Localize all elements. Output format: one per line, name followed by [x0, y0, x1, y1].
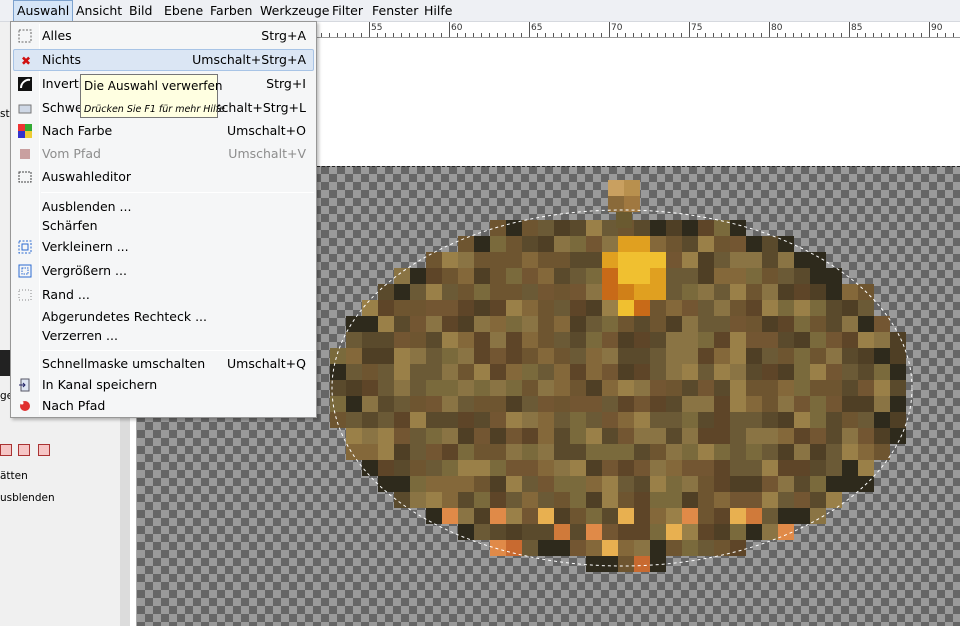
menu-fenster[interactable]: Fenster [369, 0, 421, 22]
menu-item-label: Vergrößern ... [42, 263, 127, 278]
menu-item-label: Schärfen [42, 218, 98, 233]
menu-hilfe[interactable]: Hilfe [421, 0, 455, 22]
pumpkin-stem [624, 180, 640, 196]
border-icon [18, 288, 32, 302]
ruler-label: 90 [931, 23, 943, 33]
to-path-icon [18, 399, 32, 413]
ruler-label: 85 [851, 23, 863, 33]
menu-item-nach-farbe[interactable]: Nach Farbe Umschalt+O [13, 120, 314, 142]
menu-separator [41, 350, 314, 351]
menu-item-verkleinern[interactable]: Verkleinern ... [13, 236, 314, 258]
pumpkin-stem [616, 212, 632, 228]
menu-werkzeuge[interactable]: Werkzeuge [257, 0, 333, 22]
pumpkin-stem [608, 180, 624, 196]
toolbox-scrollbar[interactable] [120, 417, 130, 626]
fg-color-swatch[interactable] [0, 350, 10, 376]
invert-icon [18, 77, 32, 91]
from-path-icon [18, 147, 32, 161]
tooltip-text: Die Auswahl verwerfen [84, 79, 223, 93]
menu-item-label: Nach Pfad [42, 398, 106, 413]
by-color-icon [18, 124, 32, 138]
grow-icon [18, 264, 32, 278]
menu-ansicht[interactable]: Ansicht [73, 0, 125, 22]
menu-bild[interactable]: Bild [126, 0, 155, 22]
ruler-label: 55 [371, 23, 383, 33]
menu-item-verzerren[interactable]: Verzerren ... [13, 325, 314, 347]
menu-item-label: Nach Farbe [42, 123, 113, 138]
tooltip-help-hint: Drücken Sie F1 für mehr Hilfe [84, 104, 225, 115]
menu-item-auswahleditor[interactable]: Auswahleditor [13, 166, 314, 188]
menu-separator [41, 192, 314, 193]
float-icon [18, 101, 32, 115]
menu-auswahl[interactable]: Auswahl [13, 0, 74, 22]
menu-filter[interactable]: Filter [329, 0, 366, 22]
ruler-label: 70 [611, 23, 623, 33]
menu-item-label: Rand ... [42, 287, 90, 302]
menu-item-label: Schnellmaske umschalten [42, 356, 206, 371]
ruler-label: 80 [771, 23, 783, 33]
select-all-icon [18, 29, 32, 43]
layer-duplicate-icon[interactable] [18, 444, 30, 456]
layer-delete-icon[interactable] [0, 444, 12, 456]
menu-item-schnellmaske[interactable]: Schnellmaske umschalten Umschalt+Q [13, 353, 314, 375]
menu-item-shortcut: Umschalt+V [228, 146, 306, 161]
menu-ebene[interactable]: Ebene [161, 0, 206, 22]
menu-item-shortcut: Strg+I [266, 76, 306, 91]
menu-item-label: Vom Pfad [42, 146, 101, 161]
menu-item-vom-pfad: Vom Pfad Umschalt+V [13, 143, 314, 165]
save-channel-icon [18, 378, 32, 392]
menu-item-alles[interactable]: Alles Strg+A [13, 25, 314, 47]
menu-item-shortcut: Umschalt+O [227, 123, 306, 138]
pumpkin-pixels [330, 220, 906, 572]
menu-item-label: Verkleinern ... [42, 239, 129, 254]
selection-editor-icon [18, 170, 32, 184]
menu-item-shortcut: Strg+A [261, 28, 306, 43]
menu-item-schaerfen[interactable]: Schärfen [13, 215, 314, 237]
toolbox-fragment: usblenden [0, 492, 55, 504]
menu-item-label: Alles [42, 28, 72, 43]
menu-item-shortcut: Umschalt+Strg+A [192, 52, 306, 67]
menu-item-label: In Kanal speichern [42, 377, 158, 392]
select-none-icon: ✖ [20, 54, 32, 68]
menu-item-rand[interactable]: Rand ... [13, 284, 314, 306]
menu-item-nichts[interactable]: ✖ Nichts Umschalt+Strg+A [13, 49, 314, 71]
menubar: Auswahl Ansicht Bild Ebene Farben Werkze… [0, 0, 960, 22]
layer-anchor-icon[interactable] [38, 444, 50, 456]
toolbox-fragment: ätten [0, 470, 28, 482]
menu-item-in-kanal-speichern[interactable]: In Kanal speichern [13, 374, 314, 396]
tooltip: Die Auswahl verwerfen Drücken Sie F1 für… [80, 74, 225, 118]
shrink-icon [18, 240, 32, 254]
ruler-label: 65 [531, 23, 543, 33]
menu-item-vergroessern[interactable]: Vergrößern ... [13, 260, 314, 282]
menu-item-shortcut: Umschalt+Q [227, 356, 306, 371]
ruler-label: 75 [691, 23, 703, 33]
pumpkin-image [330, 180, 913, 572]
ruler-label: 60 [451, 23, 463, 33]
menu-item-label: Auswahleditor [42, 169, 132, 184]
menu-item-nach-pfad[interactable]: Nach Pfad [13, 395, 314, 417]
menu-item-label: Nichts [42, 52, 82, 67]
menu-farben[interactable]: Farben [207, 0, 255, 22]
menu-item-label: Verzerren ... [42, 328, 118, 343]
